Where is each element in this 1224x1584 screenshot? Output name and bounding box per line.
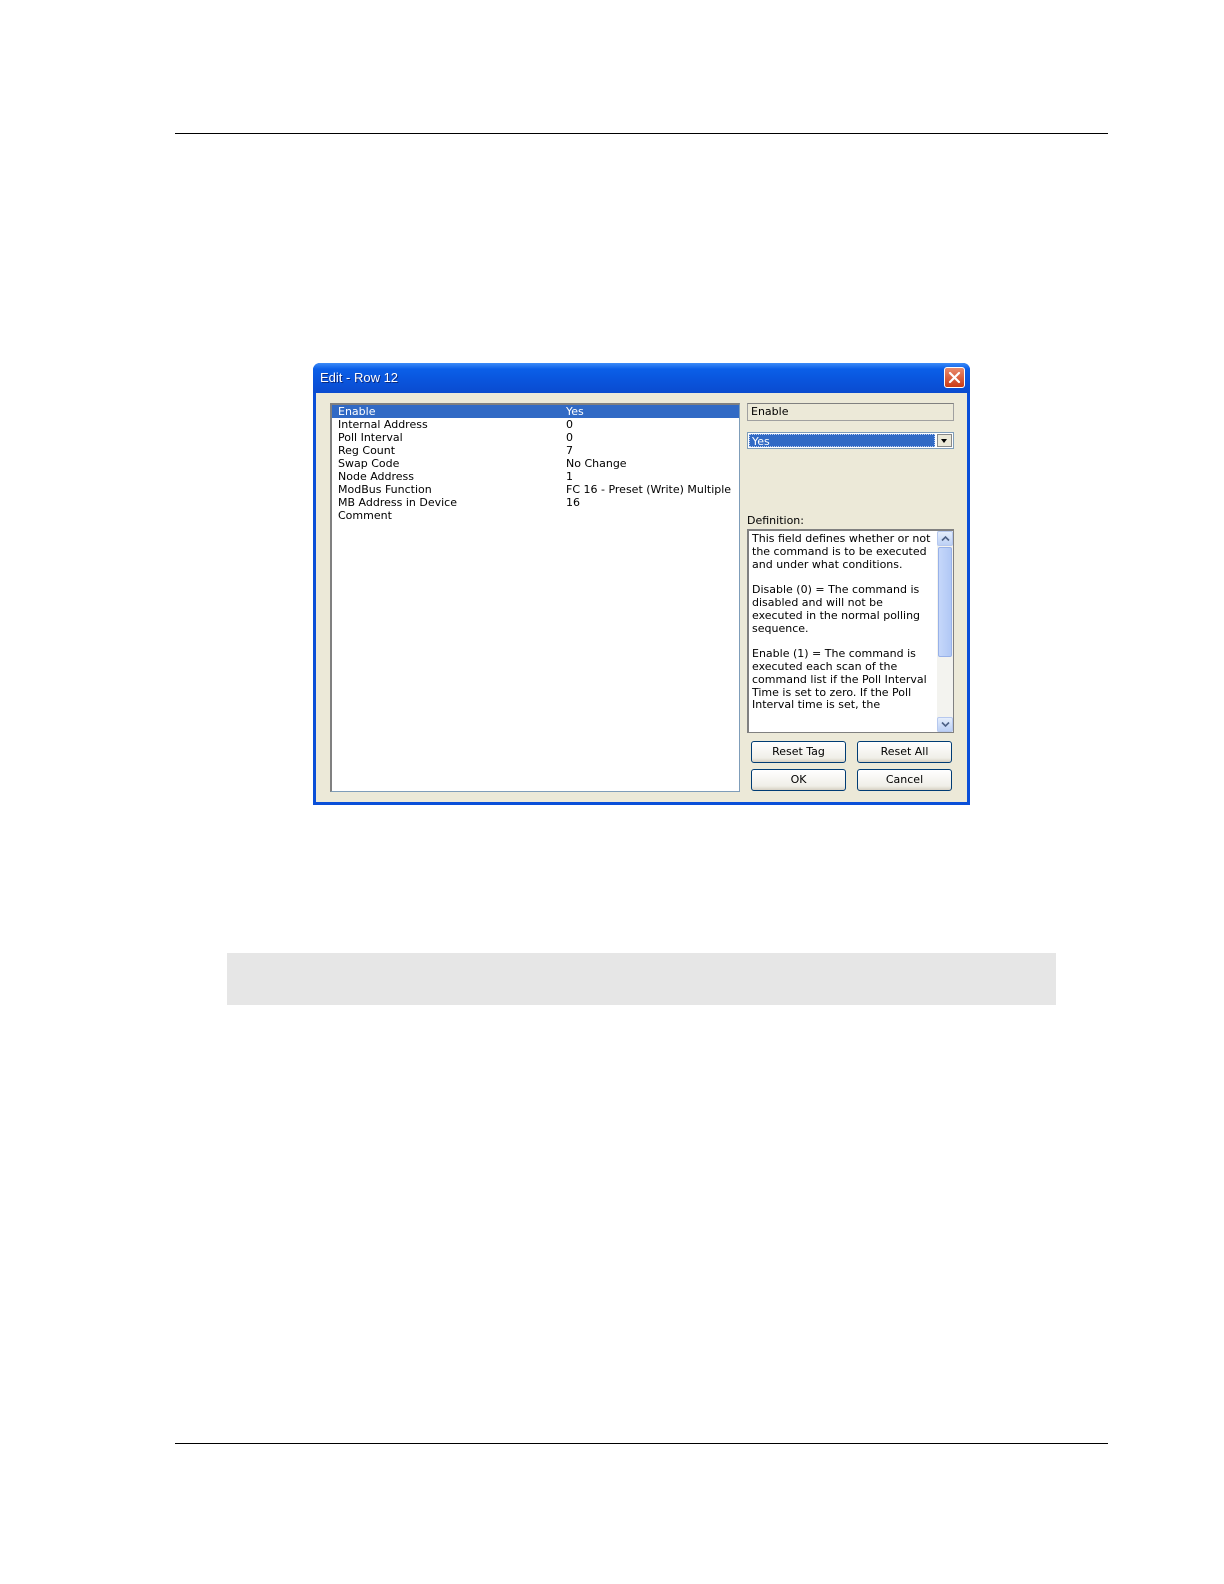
property-value: 16 xyxy=(566,496,580,509)
definition-box[interactable]: This field defines whether or not the co… xyxy=(747,529,954,733)
scroll-up-button[interactable] xyxy=(937,531,953,546)
property-name: Poll Interval xyxy=(338,431,403,444)
value-dropdown[interactable]: Yes xyxy=(747,432,954,449)
gray-banner xyxy=(227,953,1056,1005)
definition-label: Definition: xyxy=(747,514,804,527)
property-row-enable[interactable]: Enable Yes xyxy=(332,405,739,418)
reset-tag-button[interactable]: Reset Tag xyxy=(751,741,846,763)
definition-text: This field defines whether or not the co… xyxy=(752,532,931,712)
definition-scrollbar[interactable] xyxy=(937,531,953,732)
property-value: 0 xyxy=(566,418,573,431)
property-list[interactable]: Enable Yes Internal Address 0 Poll Inter… xyxy=(330,403,740,792)
scroll-down-button[interactable] xyxy=(937,717,953,732)
property-value: Yes xyxy=(566,405,584,418)
ok-button[interactable]: OK xyxy=(751,769,846,791)
scrollbar-thumb[interactable] xyxy=(938,547,952,657)
property-name: Internal Address xyxy=(338,418,428,431)
property-name: MB Address in Device xyxy=(338,496,457,509)
property-name: Comment xyxy=(338,509,392,522)
property-row-comment[interactable]: Comment xyxy=(332,509,739,522)
property-row-modbus-function[interactable]: ModBus Function FC 16 - Preset (Write) M… xyxy=(332,483,739,496)
property-value: FC 16 - Preset (Write) Multiple xyxy=(566,483,732,496)
edit-dialog: Edit - Row 12 Enable Yes Internal Addres… xyxy=(313,363,970,805)
property-name: Swap Code xyxy=(338,457,400,470)
property-name: ModBus Function xyxy=(338,483,432,496)
property-row-reg-count[interactable]: Reg Count 7 xyxy=(332,444,739,457)
property-row-poll-interval[interactable]: Poll Interval 0 xyxy=(332,431,739,444)
property-row-swap-code[interactable]: Swap Code No Change xyxy=(332,457,739,470)
property-row-internal-address[interactable]: Internal Address 0 xyxy=(332,418,739,431)
property-name: Reg Count xyxy=(338,444,396,457)
property-value: 0 xyxy=(566,431,573,444)
property-row-node-address[interactable]: Node Address 1 xyxy=(332,470,739,483)
close-icon xyxy=(948,371,961,384)
scroll-down-icon xyxy=(941,721,950,728)
field-name-display: Enable xyxy=(747,403,954,421)
title-bar[interactable]: Edit - Row 12 xyxy=(313,363,970,393)
dropdown-selected-value: Yes xyxy=(749,434,935,448)
cancel-button[interactable]: Cancel xyxy=(857,769,952,791)
close-button[interactable] xyxy=(944,367,965,388)
property-name: Enable xyxy=(338,405,376,418)
reset-all-button[interactable]: Reset All xyxy=(857,741,952,763)
property-name: Node Address xyxy=(338,470,415,483)
dialog-title: Edit - Row 12 xyxy=(320,370,399,385)
property-value: 1 xyxy=(566,470,573,483)
property-value: 7 xyxy=(566,444,573,457)
dropdown-button[interactable] xyxy=(937,434,952,447)
scroll-up-icon xyxy=(941,535,950,542)
property-row-mb-address[interactable]: MB Address in Device 16 xyxy=(332,496,739,509)
dialog-client: Enable Yes Internal Address 0 Poll Inter… xyxy=(316,393,967,802)
header-rule xyxy=(175,133,1108,134)
footer-rule xyxy=(175,1443,1108,1444)
property-value: No Change xyxy=(566,457,627,470)
chevron-down-icon xyxy=(941,439,947,443)
